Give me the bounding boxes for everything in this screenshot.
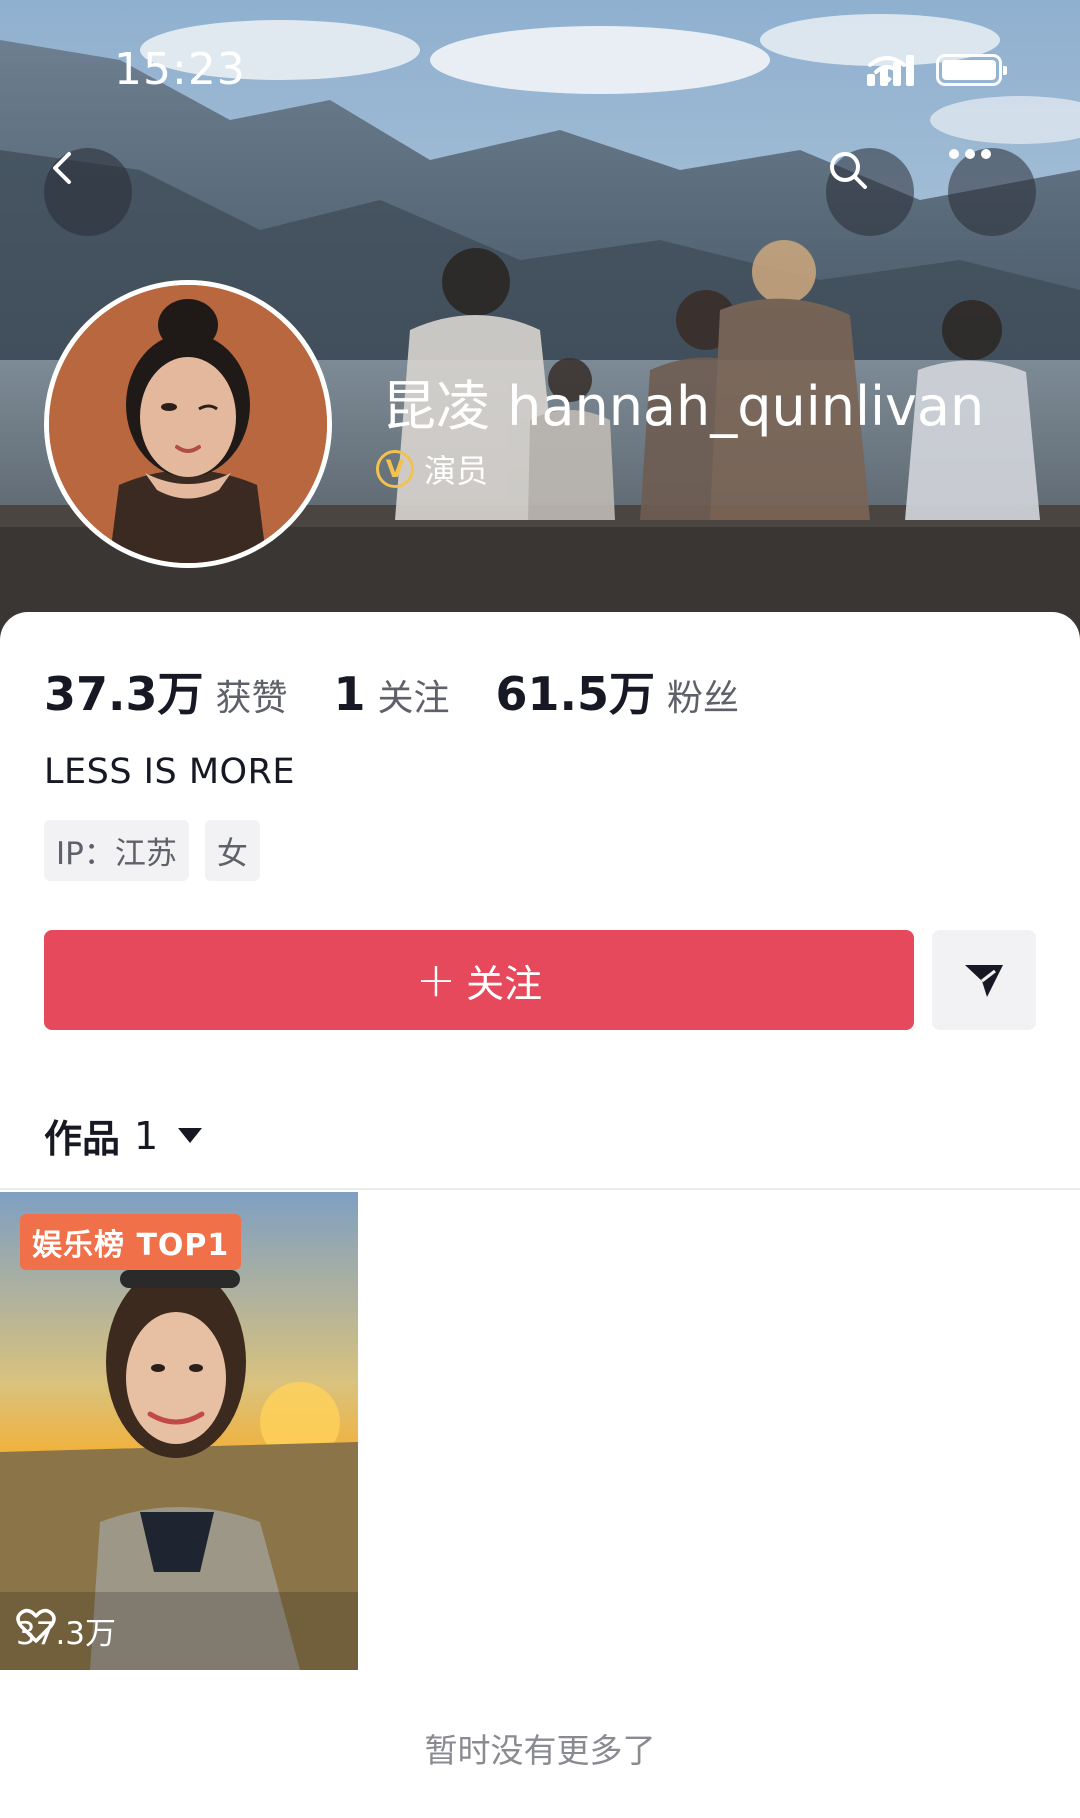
likes-label: 获赞	[215, 678, 288, 719]
verified-badge-icon: V	[376, 450, 414, 488]
profile-stats: 37.3万 获赞 1 关注 61.5万 粉丝	[44, 658, 785, 724]
search-button[interactable]	[826, 148, 914, 236]
status-time: 15:23	[114, 44, 246, 95]
more-button[interactable]	[948, 148, 1036, 236]
video-likes: 37.3万	[16, 1608, 116, 1653]
wifi-icon	[868, 56, 906, 84]
caret-down-icon	[178, 1128, 203, 1143]
divider	[0, 1188, 1080, 1190]
likes-count[interactable]: 37.3万	[44, 658, 204, 724]
followers-label: 粉丝	[667, 678, 740, 719]
ip-location-tag: IP：江苏	[44, 820, 189, 881]
gender-tag: 女	[204, 820, 260, 881]
profile-cover: 15:23 昆凌 hannah_quinlivan V 演员	[0, 0, 1080, 640]
works-tab-label: 作品	[44, 1117, 121, 1161]
follow-button[interactable]: + 关注	[44, 930, 914, 1030]
share-button[interactable]	[932, 930, 1036, 1030]
more-dots-icon	[949, 149, 991, 159]
following-label: 关注	[377, 678, 450, 719]
send-icon	[965, 965, 1003, 997]
plus-icon: +	[415, 952, 457, 1008]
chevron-left-icon	[53, 152, 71, 184]
verification-row: V 演员	[376, 446, 488, 492]
ranking-badge: 娱乐榜 TOP1	[20, 1214, 242, 1270]
avatar[interactable]	[44, 280, 332, 568]
following-count[interactable]: 1	[334, 667, 366, 721]
back-button[interactable]	[44, 148, 132, 236]
no-more-content-note: 暂时没有更多了	[424, 1731, 656, 1770]
verification-label: 演员	[424, 452, 489, 490]
works-tab[interactable]: 作品 1	[44, 1108, 203, 1163]
followers-count[interactable]: 61.5万	[496, 658, 656, 724]
status-icons	[867, 54, 1007, 86]
profile-bio: LESS IS MORE	[44, 752, 296, 792]
heart-icon	[16, 1608, 56, 1643]
search-icon	[830, 152, 867, 189]
profile-nickname: 昆凌 hannah_quinlivan	[382, 375, 985, 438]
profile-tags: IP：江苏 女	[44, 820, 260, 881]
avatar-image	[49, 285, 327, 563]
battery-icon	[936, 54, 1007, 86]
profile-card: 37.3万 获赞 1 关注 61.5万 粉丝 LESS IS MORE IP：江…	[0, 612, 1080, 1818]
follow-button-label: 关注	[466, 961, 543, 1006]
video-thumbnail[interactable]: 娱乐榜 TOP1 37.3万	[0, 1192, 358, 1670]
works-count: 1	[134, 1113, 159, 1158]
